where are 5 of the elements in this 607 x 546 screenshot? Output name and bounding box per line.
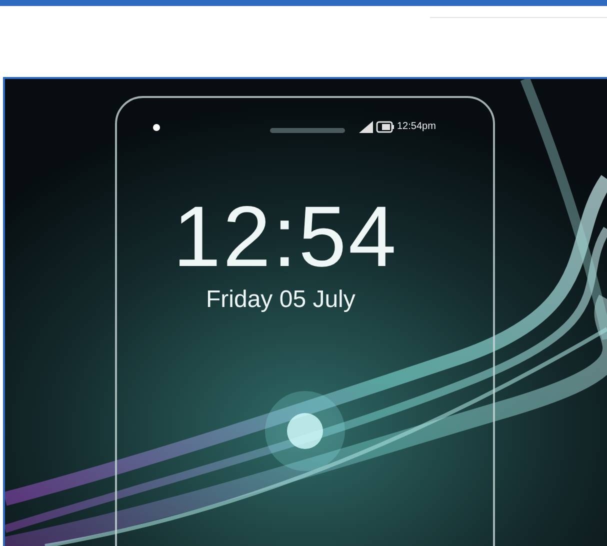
clock-time: 12:54: [173, 188, 398, 287]
signal-icon: [359, 121, 373, 133]
status-time: 12:54pm: [397, 121, 436, 133]
battery-icon: [376, 121, 394, 133]
date-text: Friday 05 July: [206, 285, 356, 315]
